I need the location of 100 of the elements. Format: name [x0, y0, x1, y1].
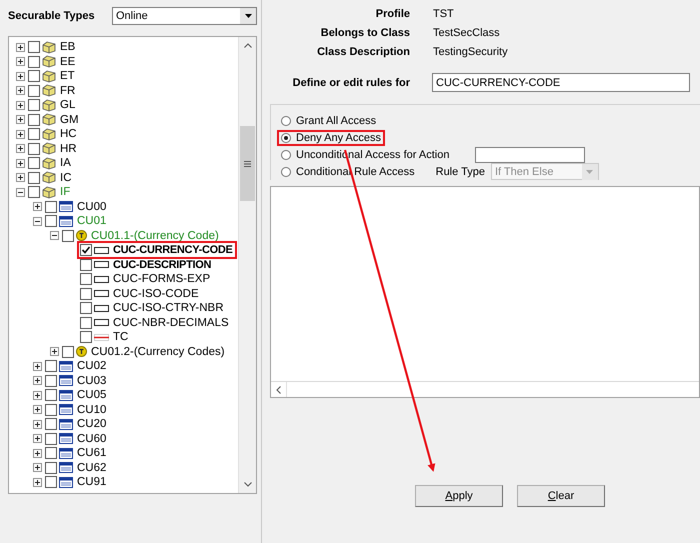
- expand-toggle[interactable]: [16, 72, 25, 81]
- checkbox[interactable]: [28, 172, 40, 184]
- tree-item[interactable]: CUC-ISO-CTRY-NBR: [113, 302, 224, 314]
- checkbox[interactable]: [62, 230, 74, 242]
- expand-toggle[interactable]: [16, 144, 25, 154]
- tree-item[interactable]: CU02: [77, 360, 106, 372]
- expand-toggle[interactable]: [33, 390, 42, 400]
- expand-toggle[interactable]: [33, 448, 42, 458]
- tree-item[interactable]: TC: [113, 331, 128, 344]
- checkbox[interactable]: [45, 215, 57, 228]
- tree-item[interactable]: HC: [60, 128, 77, 140]
- tree-item[interactable]: CUC-ISO-CODE: [113, 288, 199, 300]
- expand-toggle[interactable]: [16, 130, 25, 139]
- expand-toggle[interactable]: [16, 42, 25, 52]
- collapse-toggle[interactable]: [16, 188, 25, 197]
- expand-toggle[interactable]: [33, 405, 42, 414]
- checkbox[interactable]: [28, 41, 40, 54]
- checkbox[interactable]: [80, 288, 92, 300]
- tree-item[interactable]: IF: [60, 186, 70, 198]
- checkbox[interactable]: [45, 476, 57, 488]
- action-button[interactable]: Clear: [517, 485, 605, 507]
- expand-toggle[interactable]: [33, 376, 42, 386]
- tree-item[interactable]: EE: [60, 56, 76, 68]
- checkbox[interactable]: [28, 84, 40, 97]
- tree-item[interactable]: CUC-CURRENCY-CODE: [113, 244, 233, 256]
- expand-toggle[interactable]: [16, 100, 25, 110]
- expand-toggle[interactable]: [33, 478, 42, 487]
- option-label[interactable]: Conditional Rule Access: [296, 166, 415, 178]
- checkbox[interactable]: [45, 200, 57, 213]
- expand-toggle[interactable]: [16, 115, 25, 124]
- tree-view[interactable]: [8, 36, 257, 494]
- checkbox[interactable]: [28, 142, 40, 155]
- tree-item[interactable]: CU60: [77, 432, 106, 445]
- tree-item[interactable]: CU62: [77, 462, 106, 474]
- checkbox[interactable]: [45, 404, 57, 416]
- tree-item[interactable]: CU91: [77, 476, 106, 488]
- scroll-left-icon[interactable]: [276, 386, 281, 394]
- checkbox[interactable]: [28, 186, 40, 198]
- checkbox[interactable]: [28, 128, 40, 140]
- collapse-toggle[interactable]: [33, 216, 42, 226]
- checkbox[interactable]: [28, 157, 40, 170]
- checkbox[interactable]: [80, 258, 92, 271]
- checkbox[interactable]: [45, 374, 57, 387]
- tree-item[interactable]: CUC-FORMS-EXP: [113, 273, 210, 286]
- tree-item[interactable]: CU01.2-(Currency Codes): [91, 346, 225, 358]
- radio-button[interactable]: [281, 132, 291, 142]
- collapse-toggle[interactable]: [50, 231, 59, 240]
- tree-item[interactable]: HR: [60, 142, 77, 155]
- horizontal-scrollbar[interactable]: [271, 381, 699, 397]
- expand-toggle[interactable]: [16, 158, 25, 168]
- expand-toggle[interactable]: [16, 57, 25, 66]
- checkbox[interactable]: [45, 447, 57, 460]
- checkbox[interactable]: [80, 316, 92, 329]
- tree-item[interactable]: ET: [60, 70, 75, 82]
- checkbox[interactable]: [62, 346, 74, 358]
- scroll-down-icon[interactable]: [244, 482, 252, 487]
- tree-item[interactable]: CU01.1-(Currency Code): [91, 230, 219, 242]
- checkbox[interactable]: [80, 302, 92, 314]
- radio-button[interactable]: [281, 166, 291, 176]
- checkbox[interactable]: [28, 99, 40, 112]
- checkbox[interactable]: [28, 56, 40, 68]
- expand-toggle[interactable]: [33, 362, 42, 371]
- checkbox[interactable]: [28, 70, 40, 82]
- tree-item[interactable]: CU61: [77, 447, 106, 460]
- scroll-up-icon[interactable]: [244, 43, 252, 48]
- tree-item[interactable]: GM: [60, 114, 79, 126]
- checkbox[interactable]: [80, 331, 92, 344]
- vertical-scrollbar[interactable]: [238, 37, 256, 493]
- action-button[interactable]: Apply: [415, 485, 503, 507]
- expand-toggle[interactable]: [33, 420, 42, 429]
- checkbox[interactable]: [80, 244, 92, 256]
- tree-item[interactable]: CU00: [77, 200, 106, 213]
- tree-item[interactable]: CU05: [77, 389, 106, 402]
- checkbox[interactable]: [80, 273, 92, 286]
- tree-item[interactable]: CUC-DESCRIPTION: [113, 258, 212, 271]
- tree-item[interactable]: CU20: [77, 418, 106, 430]
- checkbox[interactable]: [45, 432, 57, 445]
- tree-item[interactable]: IA: [60, 157, 71, 170]
- tree-item[interactable]: GL: [60, 99, 76, 112]
- checkbox[interactable]: [45, 418, 57, 430]
- grip-icon[interactable]: [244, 160, 251, 166]
- tree-item[interactable]: FR: [60, 84, 76, 97]
- action-field[interactable]: [475, 146, 586, 162]
- option-label[interactable]: Grant All Access: [296, 114, 376, 126]
- checkbox[interactable]: [28, 114, 40, 126]
- tree-item[interactable]: IC: [60, 172, 72, 184]
- expand-toggle[interactable]: [16, 173, 25, 182]
- tree-item[interactable]: EB: [60, 41, 76, 54]
- checkbox[interactable]: [45, 360, 57, 372]
- tree-item[interactable]: CU10: [77, 404, 106, 416]
- expand-toggle[interactable]: [33, 202, 42, 212]
- radio-button[interactable]: [281, 116, 291, 126]
- checkbox[interactable]: [45, 389, 57, 402]
- checkbox[interactable]: [45, 462, 57, 474]
- tree-item[interactable]: CU03: [77, 374, 106, 387]
- rule-target-field[interactable]: CUC-CURRENCY-CODE: [432, 73, 690, 92]
- expand-toggle[interactable]: [33, 463, 42, 472]
- tree-item[interactable]: CUC-NBR-DECIMALS: [113, 316, 229, 329]
- expand-toggle[interactable]: [50, 347, 59, 356]
- expand-toggle[interactable]: [33, 434, 42, 444]
